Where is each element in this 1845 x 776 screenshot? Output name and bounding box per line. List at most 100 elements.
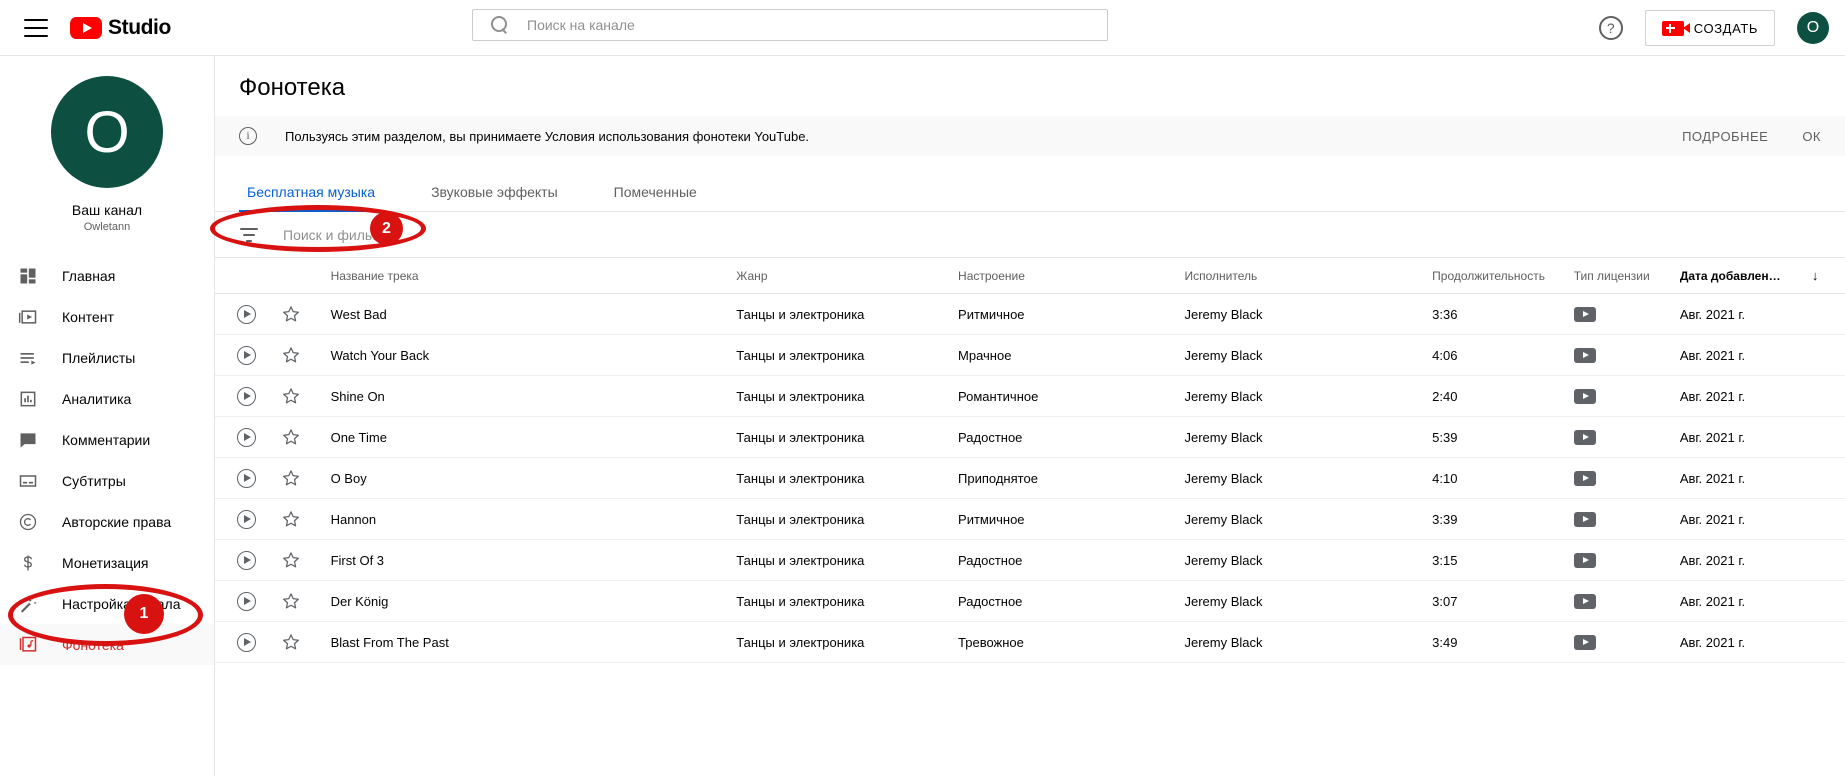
channel-search-box[interactable] bbox=[472, 9, 1108, 41]
header-genre[interactable]: Жанр bbox=[736, 258, 959, 294]
table-row[interactable]: First Of 3 Танцы и электроника Радостное Je… bbox=[215, 539, 1845, 581]
star-icon[interactable] bbox=[281, 345, 331, 365]
sidebar-item-analytics[interactable]: Аналитика bbox=[0, 378, 214, 419]
cell-play bbox=[215, 457, 282, 499]
sidebar-item-home[interactable]: Главная bbox=[0, 255, 214, 296]
sidebar-item-content[interactable]: Контент bbox=[0, 296, 214, 337]
play-icon[interactable] bbox=[237, 468, 256, 488]
header-star-col bbox=[281, 258, 331, 294]
youtube-license-icon bbox=[1573, 470, 1596, 486]
cell-star bbox=[281, 416, 331, 458]
table-row[interactable]: Hannon Танцы и электроника Ритмичное Jeremy… bbox=[215, 498, 1845, 540]
sidebar-item-copyright[interactable]: Авторские права bbox=[0, 501, 214, 542]
youtube-license-icon bbox=[1573, 347, 1596, 363]
star-icon[interactable] bbox=[281, 427, 331, 447]
copyright-icon bbox=[16, 510, 40, 534]
header-artist[interactable]: Исполнитель bbox=[1184, 258, 1433, 294]
cell-track-title: Hannon bbox=[330, 498, 737, 540]
header-license-type[interactable]: Тип лицензии bbox=[1573, 258, 1680, 294]
play-icon[interactable] bbox=[237, 632, 256, 652]
table-row[interactable]: Blast From The Past Танцы и электроника Тр… bbox=[215, 621, 1845, 663]
tab-starred[interactable]: Помеченные bbox=[606, 184, 705, 211]
youtube-license-icon bbox=[1573, 511, 1596, 527]
star-icon[interactable] bbox=[281, 509, 331, 529]
sidebar-item-audio-library[interactable]: Фонотека bbox=[0, 624, 214, 665]
cell-star bbox=[281, 457, 331, 499]
account-avatar[interactable]: O bbox=[1797, 12, 1829, 44]
cell-license bbox=[1573, 539, 1680, 581]
cell-license bbox=[1573, 416, 1680, 458]
table-row[interactable]: O Boy Танцы и электроника Приподнятое Jerem… bbox=[215, 457, 1845, 499]
play-icon[interactable] bbox=[237, 591, 256, 611]
sidebar-item-comments[interactable]: Комментарии bbox=[0, 419, 214, 460]
create-button[interactable]: СОЗДАТЬ bbox=[1644, 10, 1775, 46]
cell-star bbox=[281, 375, 331, 417]
table-row[interactable]: Der König Танцы и электроника Радостное Jer… bbox=[215, 580, 1845, 622]
hamburger-icon[interactable] bbox=[24, 18, 48, 37]
play-icon[interactable] bbox=[237, 550, 256, 570]
sidebar-item-subtitles[interactable]: Субтитры bbox=[0, 460, 214, 501]
star-icon[interactable] bbox=[281, 632, 331, 652]
studio-logo[interactable]: Studio bbox=[70, 16, 171, 40]
cell-genre: Танцы и электроника bbox=[736, 457, 959, 499]
table-row[interactable]: Shine On Танцы и электроника Романтичное Je… bbox=[215, 375, 1845, 417]
tracks-header-row: Название трека Жанр Настроение Исполните… bbox=[215, 258, 1845, 294]
cell-play bbox=[215, 293, 282, 335]
search-input[interactable] bbox=[525, 16, 1085, 34]
cell-license bbox=[1573, 293, 1680, 335]
star-icon[interactable] bbox=[281, 304, 331, 324]
learn-more-button[interactable]: ПОДРОБНЕЕ bbox=[1682, 129, 1768, 144]
tab-free-music[interactable]: Бесплатная музыка bbox=[239, 184, 384, 212]
cell-star bbox=[281, 539, 331, 581]
header-date-added[interactable]: Дата добавлен… ↓ bbox=[1679, 258, 1845, 294]
cell-date-added: Авг. 2021 г. bbox=[1679, 375, 1845, 417]
table-row[interactable]: Watch Your Back Танцы и электроника Мрачно… bbox=[215, 334, 1845, 376]
help-icon[interactable]: ? bbox=[1598, 16, 1623, 40]
cell-star bbox=[281, 293, 331, 335]
cell-track-title: Blast From The Past bbox=[330, 621, 737, 663]
cell-artist: Jeremy Black bbox=[1184, 498, 1433, 540]
sidebar-item-monetization[interactable]: Монетизация bbox=[0, 542, 214, 583]
header-track-title[interactable]: Название трека bbox=[330, 258, 737, 294]
cell-license bbox=[1573, 580, 1680, 622]
play-icon[interactable] bbox=[237, 345, 256, 365]
star-icon[interactable] bbox=[281, 591, 331, 611]
cell-duration: 3:39 bbox=[1432, 498, 1574, 540]
sidebar-item-label: Фонотека bbox=[62, 636, 124, 653]
play-icon[interactable] bbox=[237, 386, 256, 406]
play-icon[interactable] bbox=[237, 509, 256, 529]
table-row[interactable]: West Bad Танцы и электроника Ритмичное Jere… bbox=[215, 293, 1845, 335]
cell-artist: Jeremy Black bbox=[1184, 580, 1433, 622]
header-play-col bbox=[215, 258, 282, 294]
dismiss-ok-button[interactable]: ОК bbox=[1802, 129, 1821, 144]
cell-date-added: Авг. 2021 г. bbox=[1679, 416, 1845, 458]
channel-avatar[interactable]: O bbox=[51, 76, 163, 188]
cell-genre: Танцы и электроника bbox=[736, 498, 959, 540]
play-icon[interactable] bbox=[237, 304, 256, 324]
star-icon[interactable] bbox=[281, 468, 331, 488]
star-icon[interactable] bbox=[281, 550, 331, 570]
cell-track-title: Shine On bbox=[330, 375, 737, 417]
sidebar-item-label: Комментарии bbox=[62, 431, 151, 448]
cell-artist: Jeremy Black bbox=[1184, 621, 1433, 663]
table-row[interactable]: One Time Танцы и электроника Радостное Jere… bbox=[215, 416, 1845, 458]
tab-sound-effects[interactable]: Звуковые эффекты bbox=[423, 184, 566, 211]
cell-genre: Танцы и электроника bbox=[736, 334, 959, 376]
channel-name: Ваш канал bbox=[71, 202, 143, 218]
cell-date-added: Авг. 2021 г. bbox=[1679, 621, 1845, 663]
cell-license bbox=[1573, 334, 1680, 376]
cell-play bbox=[215, 539, 282, 581]
filter-search-input[interactable] bbox=[281, 225, 641, 244]
cell-mood: Радостное bbox=[958, 416, 1185, 458]
star-icon[interactable] bbox=[281, 386, 331, 406]
sidebar-item-playlists[interactable]: Плейлисты bbox=[0, 337, 214, 378]
play-icon[interactable] bbox=[237, 427, 256, 447]
filter-icon[interactable] bbox=[239, 227, 259, 242]
sidebar-item-customization[interactable]: Настройка канала bbox=[0, 583, 214, 624]
header-duration[interactable]: Продолжительность bbox=[1432, 258, 1574, 294]
header-mood[interactable]: Настроение bbox=[958, 258, 1185, 294]
cell-license bbox=[1573, 498, 1680, 540]
cell-date-added: Авг. 2021 г. bbox=[1679, 457, 1845, 499]
sort-descending-icon: ↓ bbox=[1811, 268, 1819, 283]
cell-artist: Jeremy Black bbox=[1184, 457, 1433, 499]
